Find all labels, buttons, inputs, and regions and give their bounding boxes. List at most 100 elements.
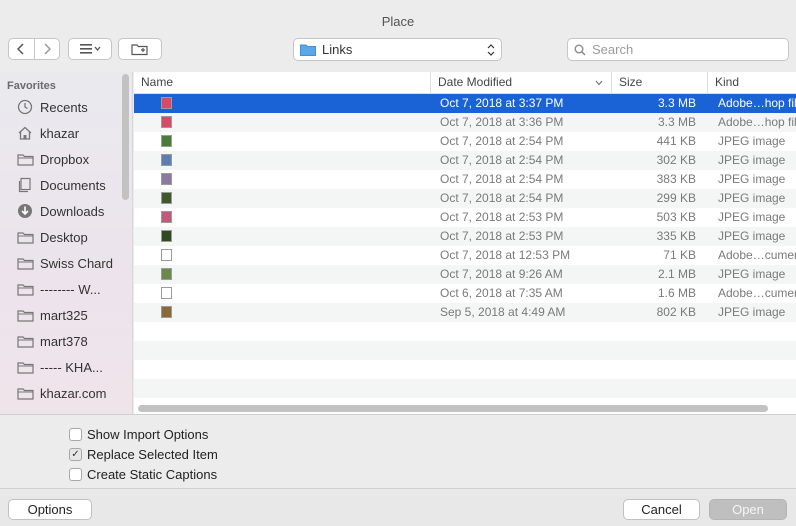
empty-row <box>134 341 796 360</box>
sidebar-scrollbar[interactable] <box>122 74 129 200</box>
file-kind: JPEG image <box>718 172 786 186</box>
file-kind: JPEG image <box>718 267 786 281</box>
file-list: Name Date Modified Size Kind BleedingHea… <box>134 72 796 414</box>
back-button[interactable] <box>9 39 35 59</box>
file-date-modified: Oct 7, 2018 at 2:54 PM <box>440 134 564 148</box>
column-name[interactable]: Name <box>134 72 431 94</box>
file-kind: Adobe…hop file <box>718 115 796 129</box>
folder-icon <box>16 281 34 297</box>
sidebar-item-khazar[interactable]: khazar <box>0 120 132 146</box>
file-size: 335 KB <box>656 229 696 243</box>
sidebar-item-kha[interactable]: ----- KHA... <box>0 354 132 380</box>
checkbox-create-static-captions[interactable]: Create Static Captions <box>69 467 217 482</box>
search-input[interactable] <box>592 42 772 57</box>
folder-icon <box>16 359 34 375</box>
file-date-modified: Oct 7, 2018 at 2:54 PM <box>440 191 564 205</box>
file-thumbnail-icon <box>161 173 172 185</box>
sidebar-item-desktop[interactable]: Desktop <box>0 224 132 250</box>
home-icon <box>16 125 34 141</box>
file-size: 2.1 MB <box>657 267 696 281</box>
sidebar-item-mart325[interactable]: mart325 <box>0 302 132 328</box>
toolbar: Links <box>0 34 796 68</box>
file-thumbnail-icon <box>161 306 172 318</box>
empty-row <box>134 379 796 398</box>
file-size: 1.6 MB <box>657 286 696 300</box>
sidebar-heading-favorites: Favorites <box>7 80 56 92</box>
file-row[interactable]: 04Hydrangea.jpgOct 7, 2018 at 2:54 PM302… <box>134 151 796 170</box>
sidebar-item-khazar-com[interactable]: khazar.com <box>0 380 132 406</box>
file-thumbnail-icon <box>161 230 172 242</box>
location-popup[interactable]: Links <box>293 38 502 61</box>
file-date-modified: Oct 7, 2018 at 12:53 PM <box>440 248 571 262</box>
file-row[interactable]: 06CallaLily.jpgOct 7, 2018 at 2:53 PM335… <box>134 227 796 246</box>
import-options: Show Import Options ✓ Replace Selected Ite… <box>0 414 796 488</box>
column-date-modified[interactable]: Date Modified <box>431 72 612 94</box>
file-row[interactable]: 02Foxglove.jpgOct 7, 2018 at 2:54 PM299 … <box>134 189 796 208</box>
new-folder-icon <box>131 44 148 56</box>
cancel-button[interactable]: Cancel <box>623 499 700 520</box>
chevron-left-icon <box>17 43 24 55</box>
search-field[interactable] <box>567 38 789 61</box>
sidebar-item-label: Documents <box>40 177 106 193</box>
sidebar-item-swiss-chard[interactable]: Swiss Chard <box>0 250 132 276</box>
open-button[interactable]: Open <box>709 499 787 520</box>
checkbox-replace-selected-item[interactable]: ✓ Replace Selected Item <box>69 447 218 462</box>
forward-button[interactable] <box>35 39 60 59</box>
file-row[interactable]: 03Crocus.jpgOct 7, 2018 at 2:54 PM383 KB… <box>134 170 796 189</box>
new-folder-button[interactable] <box>118 38 162 60</box>
file-row[interactable]: GardenNews-Masthead.aiOct 6, 2018 at 7:3… <box>134 284 796 303</box>
file-date-modified: Oct 7, 2018 at 3:37 PM <box>440 96 564 110</box>
folder-icon <box>16 255 34 271</box>
file-thumbnail-icon <box>161 287 172 299</box>
file-row[interactable]: Planting.jpgSep 5, 2018 at 4:49 AM802 KB… <box>134 303 796 322</box>
folder-icon <box>16 307 34 323</box>
checkbox-show-import-options[interactable]: Show Import Options <box>69 427 208 442</box>
column-size[interactable]: Size <box>612 72 708 94</box>
sidebar-item-mart378[interactable]: mart378 <box>0 328 132 354</box>
sidebar-item-label: mart325 <box>40 307 88 323</box>
sidebar-item-dropbox[interactable]: Dropbox <box>0 146 132 172</box>
sort-chevron-down-icon <box>595 80 603 86</box>
sidebar-item-downloads[interactable]: Downloads <box>0 198 132 224</box>
file-size: 3.3 MB <box>657 96 696 110</box>
updown-chevron-icon <box>487 43 495 57</box>
file-date-modified: Oct 7, 2018 at 2:54 PM <box>440 172 564 186</box>
file-size: 383 KB <box>656 172 696 186</box>
sidebar-item-label: Downloads <box>40 203 105 219</box>
chevron-right-icon <box>44 43 51 55</box>
file-kind: JPEG image <box>718 134 786 148</box>
sidebar-item-label: -------- W... <box>40 281 101 297</box>
file-thumbnail-icon <box>161 211 172 223</box>
sidebar-item-documents[interactable]: Documents <box>0 172 132 198</box>
file-kind: JPEG image <box>718 153 786 167</box>
sidebar-item-label: Recents <box>40 99 88 115</box>
file-size: 503 KB <box>656 210 696 224</box>
file-row[interactable]: 05StargazerLily.jpgOct 7, 2018 at 2:53 P… <box>134 208 796 227</box>
file-row[interactable]: BleedingHeart-new.psdOct 7, 2018 at 3:37… <box>134 94 796 113</box>
sidebar-item-recents[interactable]: Recents <box>0 94 132 120</box>
file-thumbnail-icon <box>161 154 172 166</box>
sidebar-item-label: khazar.com <box>40 385 107 401</box>
checkmark-icon[interactable]: ✓ <box>69 448 82 461</box>
folder-icon <box>16 151 34 167</box>
clock-icon <box>16 99 34 115</box>
file-row[interactable]: BleedingHeart.psdOct 7, 2018 at 3:36 PM3… <box>134 113 796 132</box>
file-date-modified: Oct 7, 2018 at 2:54 PM <box>440 153 564 167</box>
file-row[interactable]: urban-oasis-logo.aiOct 7, 2018 at 12:53 … <box>134 246 796 265</box>
file-thumbnail-icon <box>161 249 172 261</box>
column-kind[interactable]: Kind <box>708 72 796 94</box>
sidebar-item-label: Swiss Chard <box>40 255 113 271</box>
view-options-button[interactable] <box>68 38 112 60</box>
sidebar-item-label: Desktop <box>40 229 88 245</box>
checkbox-box[interactable] <box>69 468 82 481</box>
file-row[interactable]: Garden-Cover.jpgOct 7, 2018 at 9:26 AM2.… <box>134 265 796 284</box>
button-bar: Options Cancel Open <box>0 488 796 526</box>
horizontal-scrollbar[interactable] <box>138 405 768 412</box>
file-row[interactable]: 01Rose.jpgOct 7, 2018 at 2:54 PM441 KBJP… <box>134 132 796 151</box>
checkbox-box[interactable] <box>69 428 82 441</box>
file-kind: JPEG image <box>718 229 786 243</box>
sidebar-item-w[interactable]: -------- W... <box>0 276 132 302</box>
options-button[interactable]: Options <box>8 499 92 520</box>
file-date-modified: Oct 6, 2018 at 7:35 AM <box>440 286 563 300</box>
file-date-modified: Oct 7, 2018 at 2:53 PM <box>440 210 564 224</box>
